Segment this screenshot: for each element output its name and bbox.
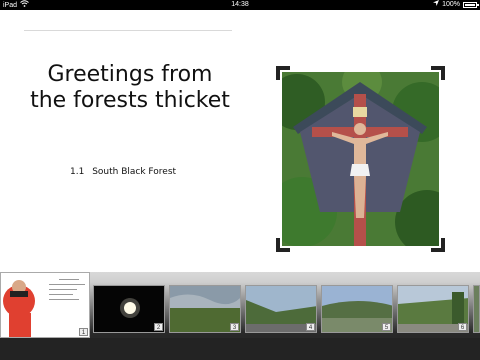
slide-title-line-1: Greetings from: [47, 62, 213, 87]
status-bar: iPad 14:38 100%: [0, 0, 480, 10]
thumbnail-number: 3: [230, 323, 239, 331]
crucifix-photo: [282, 72, 439, 246]
slide-thumbnail-2[interactable]: 2: [93, 285, 165, 333]
location-arrow-icon: [433, 0, 440, 10]
battery-percent: 100%: [442, 1, 460, 8]
slide-title-line-2: the forests thicket: [30, 88, 230, 113]
header-rule: [24, 30, 232, 31]
slide-title[interactable]: Greetings from the forests thicket: [20, 62, 240, 114]
thumb-1-text-lines: [49, 279, 85, 304]
thumbnail-number: 5: [382, 323, 391, 331]
slide-thumbnail-partial[interactable]: [473, 285, 480, 333]
frame-corner-br: [431, 238, 445, 252]
slide-thumbnail-4[interactable]: 4: [245, 285, 317, 333]
thumbnail-number: 2: [154, 323, 163, 331]
frame-corner-bl: [276, 238, 290, 252]
battery-icon: [463, 2, 479, 8]
photo-frame[interactable]: [276, 66, 445, 252]
slide-thumbnail-6[interactable]: 6: [397, 285, 469, 333]
subtitle-text: South Black Forest: [92, 167, 177, 177]
thumbnail-number: 1: [79, 328, 88, 336]
navigator-base: [0, 338, 480, 360]
slide-subtitle[interactable]: 1.1 South Black Forest: [70, 167, 181, 177]
slide-thumbnail-1[interactable]: 1: [0, 272, 90, 338]
slide-canvas[interactable]: Greetings from the forests thicket 1.1 S…: [0, 10, 480, 272]
slide-thumbnail-5[interactable]: 5: [321, 285, 393, 333]
frame-corner-tl: [276, 66, 290, 80]
thumbnail-number: 4: [306, 323, 315, 331]
thumbnail-number: 6: [458, 323, 467, 331]
slide-thumbnail-3[interactable]: 3: [169, 285, 241, 333]
status-time: 14:38: [231, 1, 249, 8]
status-right: 100%: [433, 0, 479, 10]
subtitle-number: 1.1: [70, 167, 85, 177]
frame-corner-tr: [431, 66, 445, 80]
